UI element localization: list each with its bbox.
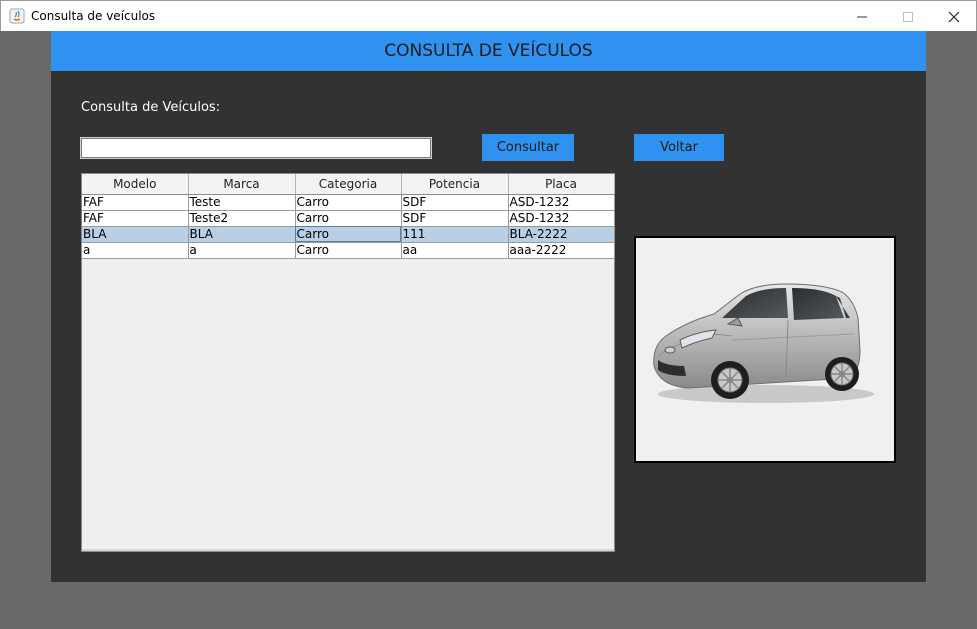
- window-title: Consulta de veículos: [31, 9, 156, 23]
- table-row[interactable]: FAF Teste2 Carro SDF ASD-1232: [82, 210, 615, 227]
- search-input[interactable]: [80, 137, 432, 159]
- cell-modelo[interactable]: FAF: [82, 194, 189, 211]
- header-bar: CONSULTA DE VEÍCULOS: [51, 31, 926, 71]
- cell-categoria[interactable]: Carro: [295, 210, 402, 227]
- cell-potencia[interactable]: 111: [401, 226, 509, 243]
- cell-categoria[interactable]: Carro: [295, 242, 402, 259]
- cell-potencia[interactable]: SDF: [401, 210, 509, 227]
- search-label: Consulta de Veículos:: [81, 100, 221, 115]
- cell-potencia[interactable]: aa: [401, 242, 509, 259]
- column-header-placa[interactable]: Placa: [508, 174, 615, 195]
- window-titlebar: Consulta de veículos: [0, 0, 977, 31]
- cell-potencia[interactable]: SDF: [401, 194, 509, 211]
- cell-placa[interactable]: BLA-2222: [508, 226, 615, 243]
- cell-categoria-focused[interactable]: Carro: [295, 226, 402, 243]
- table-row[interactable]: a a Carro aa aaa-2222: [82, 242, 615, 259]
- cell-marca[interactable]: a: [188, 242, 296, 259]
- maximize-icon: [903, 11, 913, 22]
- column-header-marca[interactable]: Marca: [188, 174, 296, 195]
- car-image: [653, 283, 874, 403]
- table-row-selected[interactable]: BLA BLA Carro 111 BLA-2222: [82, 226, 615, 243]
- cell-modelo[interactable]: FAF: [82, 210, 189, 227]
- java-app-icon: [9, 8, 25, 24]
- voltar-button[interactable]: Voltar: [634, 134, 724, 161]
- consultar-button[interactable]: Consultar: [482, 134, 574, 161]
- maximize-button[interactable]: [885, 1, 931, 32]
- cell-modelo[interactable]: a: [82, 242, 189, 259]
- cell-placa[interactable]: ASD-1232: [508, 194, 615, 211]
- cell-marca[interactable]: Teste: [188, 194, 296, 211]
- minimize-icon: [857, 16, 867, 17]
- table-row[interactable]: FAF Teste Carro SDF ASD-1232: [82, 194, 615, 211]
- column-header-potencia[interactable]: Potencia: [401, 174, 509, 195]
- column-header-categoria[interactable]: Categoria: [295, 174, 402, 195]
- cell-categoria[interactable]: Carro: [295, 194, 402, 211]
- cell-marca[interactable]: Teste2: [188, 210, 296, 227]
- cell-modelo[interactable]: BLA: [82, 226, 189, 243]
- table-header-row: Modelo Marca Categoria Potencia Placa: [82, 174, 615, 195]
- cell-marca[interactable]: BLA: [188, 226, 296, 243]
- close-icon: [948, 11, 960, 22]
- page-title: CONSULTA DE VEÍCULOS: [384, 41, 593, 61]
- vehicle-image-frame: [634, 236, 896, 463]
- cell-placa[interactable]: aaa-2222: [508, 242, 615, 259]
- cell-placa[interactable]: ASD-1232: [508, 210, 615, 227]
- column-header-modelo[interactable]: Modelo: [82, 174, 189, 195]
- minimize-button[interactable]: [839, 1, 885, 32]
- close-button[interactable]: [931, 1, 977, 32]
- vehicles-table[interactable]: Modelo Marca Categoria Potencia Placa FA…: [81, 173, 615, 552]
